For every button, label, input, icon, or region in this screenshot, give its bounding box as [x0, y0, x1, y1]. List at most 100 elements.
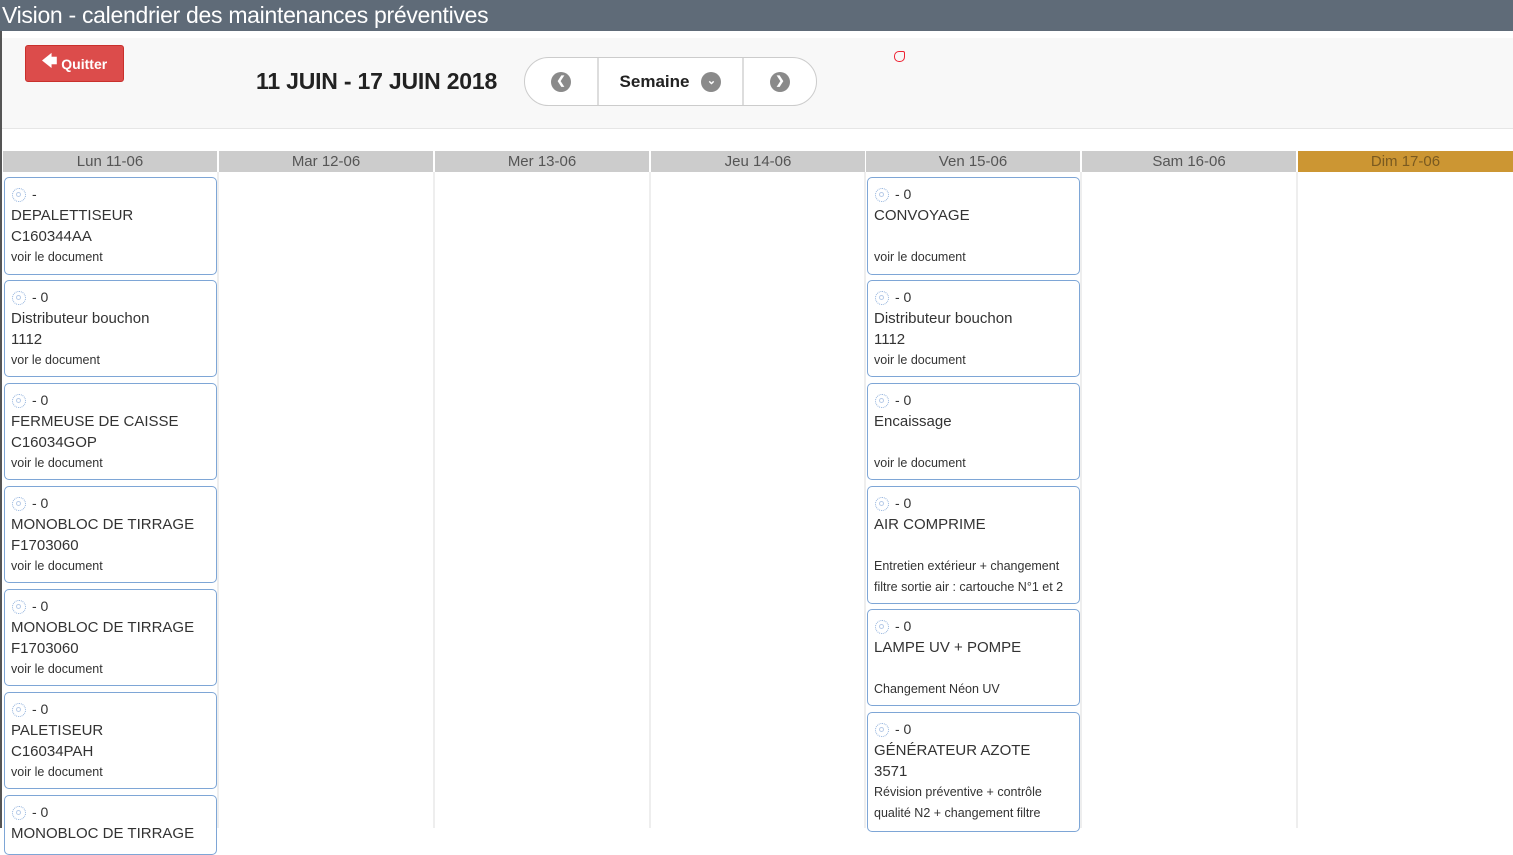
event-status: - 0: [32, 289, 49, 305]
week-navigation: ❮ Semaine ⌄ ❯: [524, 57, 817, 106]
maintenance-event-card[interactable]: - 0 Encaissage voir le document: [867, 383, 1080, 480]
chevron-down-circle-icon: ⌄: [701, 71, 722, 92]
event-note-line2: qualité N2 + changement filtre: [874, 806, 1041, 820]
gear-icon: [875, 722, 889, 737]
gear-icon: [875, 187, 889, 202]
view-label: Semaine: [619, 71, 690, 91]
event-equipment-name: AIR COMPRIME: [874, 516, 986, 533]
gear-icon: [875, 496, 889, 511]
event-status: - 0: [895, 721, 912, 737]
day-header: Sam 16-06: [1082, 151, 1296, 172]
gear-icon: [12, 805, 26, 820]
view-selector[interactable]: Semaine ⌄: [597, 58, 744, 105]
previous-week-button[interactable]: ❮: [525, 58, 597, 105]
window-left-border: [0, 31, 2, 828]
event-document-link[interactable]: Changement Néon UV: [874, 679, 1073, 700]
maintenance-event-card[interactable]: - 0 LAMPE UV + POMPE Changement Néon UV: [867, 609, 1080, 706]
day-header: Dim 17-06: [1298, 151, 1513, 172]
event-equipment-name: FERMEUSE DE CAISSE: [11, 413, 179, 430]
event-equipment-code: F1703060: [11, 640, 79, 657]
event-equipment-name: MONOBLOC DE TIRRAGE: [11, 619, 195, 636]
event-equipment-name: MONOBLOC DE TIRRAGE: [11, 516, 195, 533]
column-divider: [1296, 172, 1298, 828]
maintenance-event-card[interactable]: - 0 MONOBLOC DE TIRRAGE: [4, 795, 217, 855]
event-document-link[interactable]: voir le document: [874, 453, 1073, 474]
event-document-link[interactable]: voir le document: [11, 556, 210, 577]
event-equipment-name: Distributeur bouchon: [874, 310, 1013, 327]
arrow-left-icon: 🡄: [41, 53, 58, 70]
maintenance-event-card[interactable]: - 0 AIR COMPRIME Entretien extérieur + cha…: [867, 486, 1080, 604]
gear-icon: [12, 187, 26, 202]
event-status: - 0: [32, 598, 49, 614]
chevron-right-circle-icon: ❯: [770, 71, 790, 92]
event-equipment-code: 3571: [874, 763, 908, 780]
event-equipment-name: DEPALETTISEUR: [11, 207, 134, 224]
maintenance-event-card[interactable]: - 0 CONVOYAGE voir le document: [867, 177, 1080, 275]
event-header: - 0: [874, 287, 1073, 308]
gear-icon: [12, 393, 26, 408]
day-header: Ven 15-06: [866, 151, 1080, 172]
event-equipment-code: 1112: [11, 331, 43, 348]
event-header: - 0: [874, 184, 1073, 205]
quit-button[interactable]: 🡄 Quitter: [25, 45, 124, 82]
event-header: - 0: [11, 699, 210, 720]
gear-icon: [875, 393, 889, 408]
event-equipment-code: [874, 535, 1073, 556]
event-equipment-name: CONVOYAGE: [874, 207, 970, 224]
column-divider: [649, 172, 651, 828]
event-status: - 0: [895, 186, 912, 202]
event-equipment-name: PALETISEUR: [11, 722, 104, 739]
event-equipment-name: GÉNÉRATEUR AZOTE: [874, 742, 1031, 759]
maintenance-event-card[interactable]: - 0 MONOBLOC DE TIRRAGE F1703060 voir le do…: [4, 486, 217, 583]
maintenance-event-card[interactable]: - 0 GÉNÉRATEUR AZOTE 3571 Révision préventi…: [867, 712, 1080, 832]
event-document-link[interactable]: Révision préventive + contrôle: [874, 782, 1073, 803]
event-header: -: [11, 184, 210, 205]
event-document-link[interactable]: Entretien extérieur + changement: [874, 556, 1073, 577]
event-document-link[interactable]: voir le document: [11, 659, 210, 680]
event-document-link[interactable]: voir le document: [874, 247, 1073, 268]
event-status: - 0: [895, 618, 912, 634]
event-header: - 0: [874, 719, 1073, 740]
maintenance-event-card[interactable]: - 0 Distributeur bouchon 1112 voir le docum…: [867, 280, 1080, 377]
event-equipment-code: [874, 658, 1073, 679]
event-equipment-name: MONOBLOC DE TIRRAGE: [11, 825, 195, 842]
column-divider: [864, 172, 866, 828]
column-divider: [217, 172, 219, 828]
event-equipment-code: F1703060: [11, 537, 79, 554]
event-equipment-name: Encaissage: [874, 413, 952, 430]
event-status: - 0: [32, 804, 49, 820]
event-document-link[interactable]: voir le document: [11, 247, 210, 268]
maintenance-event-card[interactable]: - DEPALETTISEUR C160344AA voir le document: [4, 177, 217, 275]
gear-icon: [12, 290, 26, 305]
event-status: - 0: [32, 701, 49, 717]
event-header: - 0: [874, 493, 1073, 514]
event-document-link[interactable]: voir le document: [11, 762, 210, 783]
event-document-link[interactable]: voir le document: [11, 453, 210, 474]
event-document-link[interactable]: vor le document: [11, 350, 210, 371]
event-status: - 0: [895, 289, 912, 305]
speech-bubble-icon[interactable]: [894, 51, 905, 62]
maintenance-event-card[interactable]: - 0 Distributeur bouchon 1112 vor le docume…: [4, 280, 217, 377]
column-divider: [433, 172, 435, 828]
event-note-line2: filtre sortie air : cartouche N°1 et 2: [874, 580, 1064, 594]
window-title: Vision - calendrier des maintenances pré…: [0, 0, 1513, 31]
event-header: - 0: [874, 390, 1073, 411]
event-status: - 0: [895, 392, 912, 408]
gear-icon: [875, 619, 889, 634]
gear-icon: [12, 599, 26, 614]
day-header: Mer 13-06: [435, 151, 649, 172]
maintenance-event-card[interactable]: - 0 PALETISEUR C16034PAH voir le document: [4, 692, 217, 789]
event-header: - 0: [874, 616, 1073, 637]
event-status: - 0: [32, 495, 49, 511]
event-document-link[interactable]: voir le document: [874, 350, 1073, 371]
maintenance-event-card[interactable]: - 0 MONOBLOC DE TIRRAGE F1703060 voir le do…: [4, 589, 217, 686]
quit-label: Quitter: [61, 55, 108, 72]
event-status: - 0: [32, 392, 49, 408]
event-header: - 0: [11, 802, 210, 823]
event-equipment-code: [874, 432, 1073, 453]
event-equipment-code: 1112: [874, 331, 906, 348]
gear-icon: [12, 496, 26, 511]
next-week-button[interactable]: ❯: [744, 58, 816, 105]
date-range-title: 11 JUIN - 17 JUIN 2018: [256, 68, 498, 94]
maintenance-event-card[interactable]: - 0 FERMEUSE DE CAISSE C16034GOP voir le do…: [4, 383, 217, 480]
